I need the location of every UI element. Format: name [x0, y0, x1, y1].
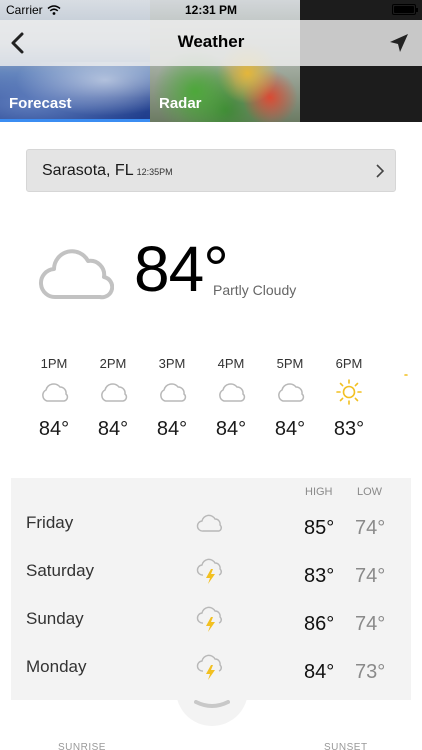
hourly-time: 1PM [40, 356, 68, 371]
daily-row[interactable]: Saturday 83° 74° [11, 552, 411, 592]
hourly-time: 2PM [99, 356, 127, 371]
hourly-item: 5PM 84° [265, 356, 315, 441]
daily-day: Saturday [26, 561, 95, 580]
hourly-temp: 83° [333, 418, 365, 440]
thunderstorm-icon [196, 606, 222, 632]
chevron-down-icon [194, 700, 230, 708]
cloud-icon [219, 383, 246, 402]
location-selector[interactable]: Sarasota, FL 12:35PM [26, 149, 396, 192]
sun-icon [404, 374, 408, 376]
daily-low-header: LOW [357, 486, 383, 498]
hourly-temp: 84° [215, 418, 247, 440]
daily-low: 74° [355, 517, 386, 539]
hourly-forecast[interactable]: 1PM 84° 2PM 84° 3PM 84° 4PM 84° 5PM 84° … [0, 356, 422, 456]
daily-high: 86° [304, 613, 335, 635]
cloud-icon [196, 514, 222, 532]
thunderstorm-icon [196, 558, 222, 584]
sunset-label: SUNSET [324, 742, 368, 750]
battery-icon [392, 4, 418, 15]
hourly-item: 1PM 84° [29, 356, 79, 441]
location-arrow-icon[interactable] [388, 32, 410, 54]
daily-day: Friday [26, 513, 74, 532]
hourly-item-partial [382, 356, 422, 376]
hourly-item: 6PM 83° [324, 356, 374, 441]
location-city-label: Sarasota, FL [42, 162, 134, 179]
hourly-temp: 84° [156, 418, 188, 440]
hourly-temp: 84° [274, 418, 306, 440]
hourly-time: 6PM [335, 356, 363, 371]
hourly-item: 2PM 84° [88, 356, 138, 441]
daily-row[interactable]: Monday 84° 73° [11, 648, 411, 688]
cloud-icon [160, 383, 187, 402]
daily-day: Monday [26, 657, 87, 676]
page-title: Weather [177, 32, 245, 51]
daily-day: Sunday [26, 609, 84, 628]
daily-high-header: HIGH [305, 486, 333, 498]
daily-forecast: HIGH LOW Friday 85° 74° Saturday 83° 74°… [11, 478, 411, 700]
sun-icon [336, 379, 362, 405]
daily-low: 73° [355, 661, 386, 683]
status-bar: Carrier 12:31 PM [0, 0, 422, 20]
hourly-temp: 84° [97, 418, 129, 440]
hourly-temp: 84° [38, 418, 70, 440]
tab-forecast-label: Forecast [9, 95, 72, 112]
hourly-item: 4PM 84° [206, 356, 256, 441]
cloud-icon [278, 383, 305, 402]
hourly-time: 5PM [276, 356, 304, 371]
current-condition: Partly Cloudy [213, 282, 297, 298]
daily-low: 74° [355, 613, 386, 635]
sunrise-label: SUNRISE [58, 742, 106, 750]
hourly-item: 3PM 84° [147, 356, 197, 441]
tab-forecast-image [0, 62, 150, 122]
thunderstorm-icon [196, 654, 222, 680]
location-time: 12:35PM [136, 167, 173, 177]
navigation-bar: Weather [0, 20, 422, 66]
tab-radar-label: Radar [159, 95, 202, 112]
daily-high: 85° [304, 517, 335, 539]
location-city: Sarasota, FL 12:35PM [42, 162, 173, 180]
daily-low: 74° [355, 565, 386, 587]
daily-row[interactable]: Friday 85° 74° [11, 504, 411, 544]
daily-row[interactable]: Sunday 86° 74° [11, 600, 411, 640]
cloud-icon [38, 249, 114, 300]
cloud-icon [42, 383, 69, 402]
chevron-right-icon [376, 164, 385, 178]
hourly-time: 4PM [217, 356, 245, 371]
cloud-icon [101, 383, 128, 402]
hourly-time: 3PM [158, 356, 186, 371]
status-time: 12:31 PM [184, 3, 238, 17]
tab-active-indicator [0, 119, 150, 122]
daily-high: 84° [304, 661, 335, 683]
daily-high: 83° [304, 565, 335, 587]
expand-handle[interactable] [176, 684, 248, 726]
